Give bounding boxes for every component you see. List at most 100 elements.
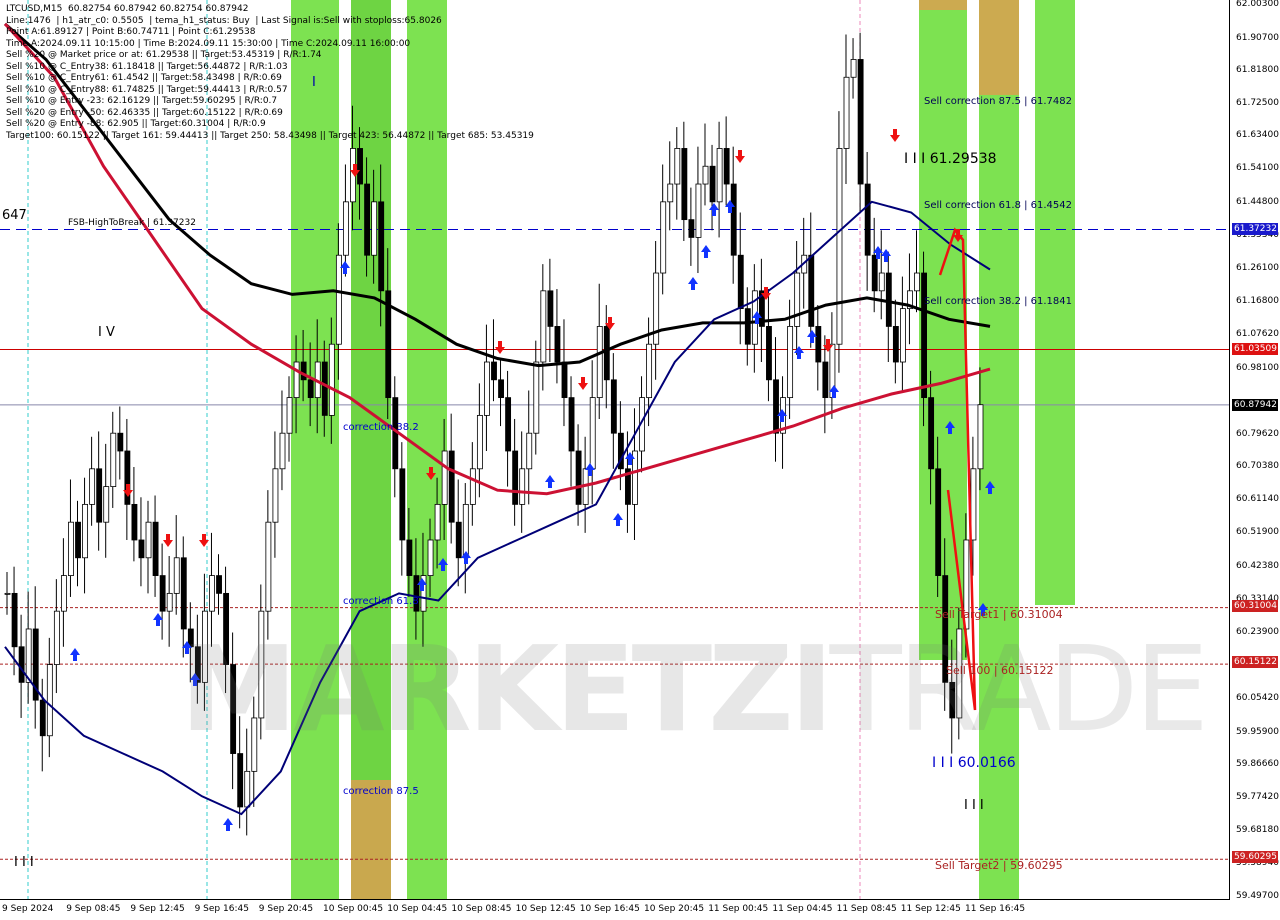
candle-body bbox=[871, 254, 878, 292]
candle-body bbox=[540, 290, 547, 363]
candle-body bbox=[744, 308, 751, 345]
time-axis-label: 10 Sep 20:45 bbox=[644, 904, 705, 914]
candle-body bbox=[476, 415, 483, 470]
candle-body bbox=[843, 76, 850, 149]
candle-body bbox=[681, 148, 688, 221]
candle-body bbox=[491, 361, 497, 381]
wave-iii-label: I I I bbox=[964, 798, 984, 813]
candle-body bbox=[702, 165, 709, 185]
candle-body bbox=[173, 557, 180, 594]
sell-target1-label: Sell Target1 | 60.31004 bbox=[935, 608, 1063, 621]
price-axis-label: 59.95900 bbox=[1236, 726, 1279, 737]
up-arrow-icon bbox=[794, 346, 804, 359]
candle-body bbox=[589, 397, 596, 470]
candle-body bbox=[914, 272, 920, 292]
candle-body bbox=[695, 183, 702, 238]
price-axis-label: 60.98100 bbox=[1236, 362, 1279, 373]
candle-body bbox=[82, 503, 89, 559]
price-tag-target2: 59.60295 bbox=[1232, 851, 1278, 863]
wave-iv-label: I V bbox=[98, 325, 115, 340]
up-arrow-icon bbox=[461, 551, 471, 564]
price-axis-label: 60.23900 bbox=[1236, 626, 1279, 637]
info-line: Line:1476 | h1_atr_c0: 0.5505 | tema_h1_… bbox=[6, 15, 442, 26]
up-arrow-icon bbox=[223, 818, 233, 831]
candle-body bbox=[787, 326, 794, 399]
price-tag-red-line: 61.03509 bbox=[1232, 343, 1278, 355]
candle-body bbox=[667, 183, 674, 203]
candle-body bbox=[46, 664, 53, 737]
candle-body bbox=[89, 468, 96, 505]
price-axis-label: 61.81800 bbox=[1236, 64, 1279, 75]
candle-body bbox=[441, 450, 448, 505]
candle-body bbox=[737, 254, 744, 310]
candle-body bbox=[272, 468, 279, 523]
sell-correction-618-label: Sell correction 61.8 | 61.4542 bbox=[924, 200, 1073, 211]
wave-i-label: I bbox=[312, 75, 316, 90]
candle-body bbox=[815, 326, 822, 363]
correction-61-label: correction 61.8 bbox=[343, 596, 419, 607]
price-axis-label: 62.00300 bbox=[1236, 0, 1279, 9]
candle-body bbox=[53, 610, 60, 665]
candle-body bbox=[180, 557, 187, 630]
candle-body bbox=[25, 628, 32, 683]
candle-body bbox=[505, 397, 512, 452]
time-axis-label: 10 Sep 16:45 bbox=[579, 904, 640, 914]
down-arrow-icon bbox=[578, 377, 588, 390]
candle-body bbox=[469, 468, 476, 505]
candle-body bbox=[371, 201, 378, 256]
info-line: Point A:61.89127 | Point B:60.74711 | Po… bbox=[6, 27, 256, 37]
sell-correction-875-label: Sell correction 87.5 | 61.7482 bbox=[924, 96, 1073, 107]
sell-target2-label: Sell Target2 | 59.60295 bbox=[935, 859, 1063, 872]
info-line: Sell %10 @ C_Entry88: 61.74825 || Target… bbox=[6, 84, 288, 95]
chart-area: MARKETZITRADE LTCUSD,M15 60.82754 60.879… bbox=[0, 0, 1230, 900]
fsb-left-label: 647 bbox=[2, 208, 27, 223]
candle-body bbox=[526, 432, 533, 470]
info-line: Sell %10 @ C_Entry38: 61.18418 || Target… bbox=[6, 61, 288, 72]
candle-body bbox=[723, 148, 730, 185]
candle-body bbox=[117, 432, 124, 452]
candle-body bbox=[357, 148, 363, 185]
candle-body bbox=[547, 290, 554, 327]
price-tag-target100: 60.15122 bbox=[1232, 656, 1278, 668]
watermark: MARKETZITRADE bbox=[180, 620, 1209, 758]
candle-body bbox=[159, 575, 166, 612]
candle-body bbox=[244, 770, 251, 808]
info-line: Sell %10 @ C_Entry61: 61.4542 || Target:… bbox=[6, 73, 282, 83]
candle-body bbox=[730, 183, 737, 256]
candle-body bbox=[406, 539, 413, 576]
candle-body bbox=[899, 308, 906, 363]
price-axis-label: 59.68180 bbox=[1236, 825, 1279, 836]
price-tag-target1: 60.31004 bbox=[1232, 600, 1278, 612]
price-axis-label: 59.77420 bbox=[1236, 792, 1279, 803]
candle-body bbox=[878, 272, 885, 292]
candle-body bbox=[596, 326, 603, 399]
candle-body bbox=[554, 326, 561, 363]
wave-iii-left-label: I I I bbox=[14, 855, 34, 870]
price-axis-label: 61.07620 bbox=[1236, 328, 1279, 339]
candle-body bbox=[512, 450, 519, 505]
candle-body bbox=[18, 646, 25, 683]
point-c-label: I I I 61.29538 bbox=[904, 151, 997, 167]
candle-body bbox=[709, 165, 716, 203]
candle-body bbox=[928, 397, 935, 470]
candle-body bbox=[716, 148, 723, 203]
candle-body bbox=[498, 379, 504, 399]
watermark-thin: TRADE bbox=[829, 620, 1209, 758]
candle-body bbox=[660, 201, 667, 274]
candle-body bbox=[4, 592, 11, 595]
candle-body bbox=[237, 753, 244, 808]
down-arrow-icon bbox=[735, 150, 745, 163]
price-tag-current: 60.87942 bbox=[1232, 399, 1278, 411]
up-arrow-icon bbox=[688, 277, 698, 290]
candle-body bbox=[822, 361, 829, 399]
time-axis-label: 9 Sep 16:45 bbox=[194, 904, 249, 914]
candle-body bbox=[103, 486, 110, 523]
candle-body bbox=[138, 539, 145, 559]
candle-body bbox=[836, 148, 843, 345]
price-axis-label: 61.44800 bbox=[1236, 196, 1279, 207]
correction-87-label: correction 87.5 bbox=[343, 786, 419, 797]
candle-body bbox=[857, 59, 864, 185]
candle-body bbox=[575, 450, 582, 505]
candle-body bbox=[399, 468, 406, 541]
price-axis-label: 59.86660 bbox=[1236, 759, 1279, 770]
